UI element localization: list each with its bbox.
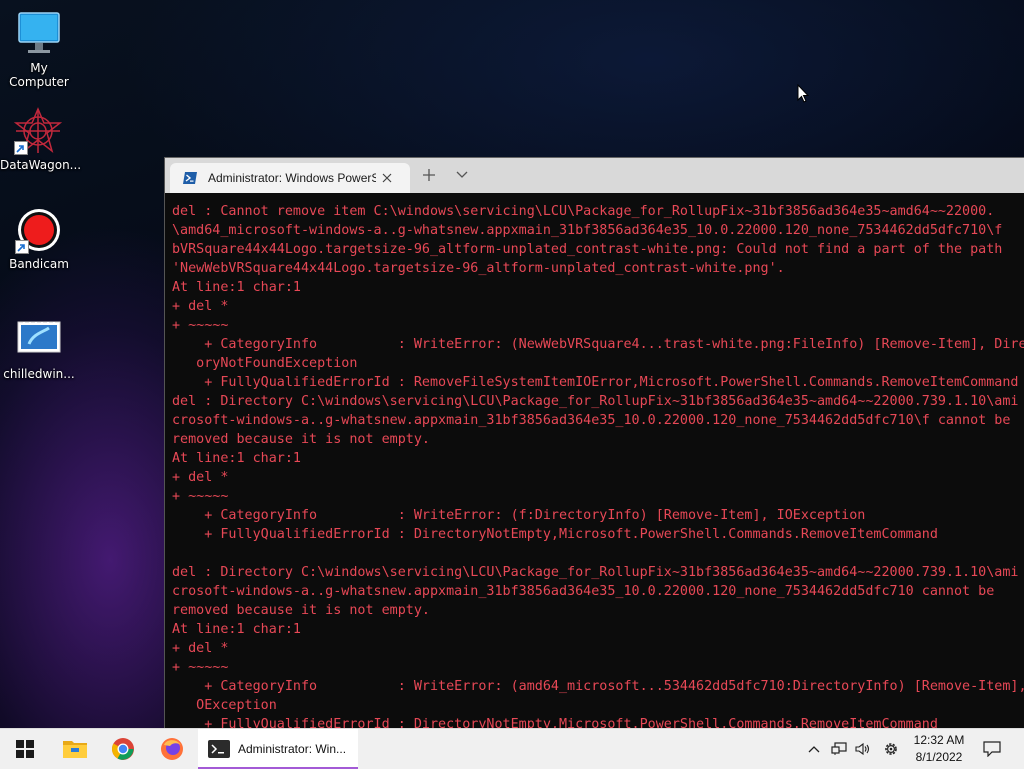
show-hidden-icons-button[interactable] <box>805 729 823 769</box>
tab-powershell[interactable]: Administrator: Windows PowerShell <box>170 163 410 193</box>
console-line: + CategoryInfo : WriteError: (amd64_micr… <box>172 679 1024 694</box>
desktop-icon-chilledwin[interactable]: chilledwin... <box>1 316 77 381</box>
new-tab-icon[interactable] <box>421 167 437 183</box>
shortcut-arrow-icon <box>14 141 28 155</box>
desktop-icon-label: DataWagon... <box>0 158 82 172</box>
desktop-icon-datawagon[interactable]: DataWagon... <box>0 107 82 172</box>
desktop-icon-my-computer[interactable]: My Computer <box>1 10 77 89</box>
windows-start-icon <box>16 740 34 758</box>
console-line: + FullyQualifiedErrorId : RemoveFileSyst… <box>172 375 1019 390</box>
desktop-icon-bandicam[interactable]: Bandicam <box>1 206 77 271</box>
console-line: + del * <box>172 299 229 314</box>
console-line: \amd64_microsoft-windows-a..g-whatsnew.a… <box>172 223 1003 238</box>
taskbar-app-label: Administrator: Win... <box>238 742 347 756</box>
settings-gear-icon <box>885 743 897 755</box>
volume-icon <box>855 742 870 756</box>
notification-icon <box>983 741 1001 757</box>
console-line: del : Directory C:\windows\servicing\LCU… <box>172 565 1019 580</box>
start-button[interactable] <box>8 729 42 769</box>
console-line: + FullyQualifiedErrorId : DirectoryNotEm… <box>172 717 938 729</box>
console-line: At line:1 char:1 <box>172 451 301 466</box>
taskbar: Administrator: Win... 12:32 AM 8/1/2022 <box>0 728 1024 769</box>
powershell-icon <box>183 172 197 184</box>
chevron-up-icon <box>808 746 820 753</box>
desktop-icon-label: Bandicam <box>9 257 69 271</box>
console-line: + ~~~~~ <box>172 660 229 675</box>
console-line: + ~~~~~ <box>172 318 229 333</box>
firefox-icon <box>161 738 183 760</box>
console-line: + FullyQualifiedErrorId : DirectoryNotEm… <box>172 527 938 542</box>
volume-button[interactable] <box>853 729 873 769</box>
tab-title: Administrator: Windows PowerShell <box>208 171 376 185</box>
network-icon <box>831 742 847 755</box>
chrome-icon <box>112 738 134 760</box>
notification-center-button[interactable] <box>978 729 1006 769</box>
terminal-app-icon <box>208 740 230 758</box>
taskbar-file-explorer[interactable] <box>58 729 92 769</box>
chevron-down-icon[interactable] <box>455 169 469 181</box>
console-line: + ~~~~~ <box>172 489 229 504</box>
settings-button[interactable] <box>880 729 902 769</box>
mouse-pointer-icon <box>797 84 809 103</box>
console-line: crosoft-windows-a..g-whatsnew.appxmain_3… <box>172 413 1011 428</box>
desktop-icon-label: chilledwin... <box>3 367 75 381</box>
datawagon-icon <box>13 107 63 155</box>
console-line: oryNotFoundException <box>172 356 358 371</box>
bandicam-icon <box>15 206 63 254</box>
clock-time: 12:32 AM <box>913 733 965 747</box>
desktop-icon-label: My Computer <box>9 61 69 89</box>
console-line: OException <box>172 698 277 713</box>
taskbar-chrome[interactable] <box>106 729 140 769</box>
console-line: del : Directory C:\windows\servicing\LCU… <box>172 394 1019 409</box>
console-line: 'NewWebVRSquare44x44Logo.targetsize-96_a… <box>172 261 785 276</box>
system-clock[interactable]: 12:32 AM 8/1/2022 <box>904 732 974 766</box>
console-line: + CategoryInfo : WriteError: (NewWebVRSq… <box>172 337 1024 352</box>
network-button[interactable] <box>829 729 849 769</box>
console-line: del : Cannot remove item C:\windows\serv… <box>172 204 995 219</box>
file-explorer-icon <box>63 741 87 758</box>
tab-strip: Administrator: Windows PowerShell <box>165 158 1024 193</box>
console-line: + CategoryInfo : WriteError: (f:Director… <box>172 508 866 523</box>
terminal-window[interactable]: Administrator: Windows PowerShell del : … <box>164 157 1024 729</box>
console-output[interactable]: del : Cannot remove item C:\windows\serv… <box>172 202 1024 729</box>
console-line: crosoft-windows-a..g-whatsnew.appxmain_3… <box>172 584 995 599</box>
image-file-icon <box>15 316 63 364</box>
console-line: + del * <box>172 641 229 656</box>
shortcut-arrow-icon <box>15 240 29 254</box>
console-line: removed because it is not empty. <box>172 603 430 618</box>
taskbar-powershell-app[interactable]: Administrator: Win... <box>198 729 358 769</box>
console-line: At line:1 char:1 <box>172 622 301 637</box>
console-line: + del * <box>172 470 229 485</box>
clock-date: 8/1/2022 <box>915 750 963 764</box>
monitor-icon <box>15 10 63 58</box>
console-line: At line:1 char:1 <box>172 280 301 295</box>
console-line: bVRSquare44x44Logo.targetsize-96_altform… <box>172 242 1003 257</box>
close-tab-icon[interactable] <box>380 171 394 185</box>
console-line: removed because it is not empty. <box>172 432 430 447</box>
taskbar-firefox[interactable] <box>155 729 189 769</box>
